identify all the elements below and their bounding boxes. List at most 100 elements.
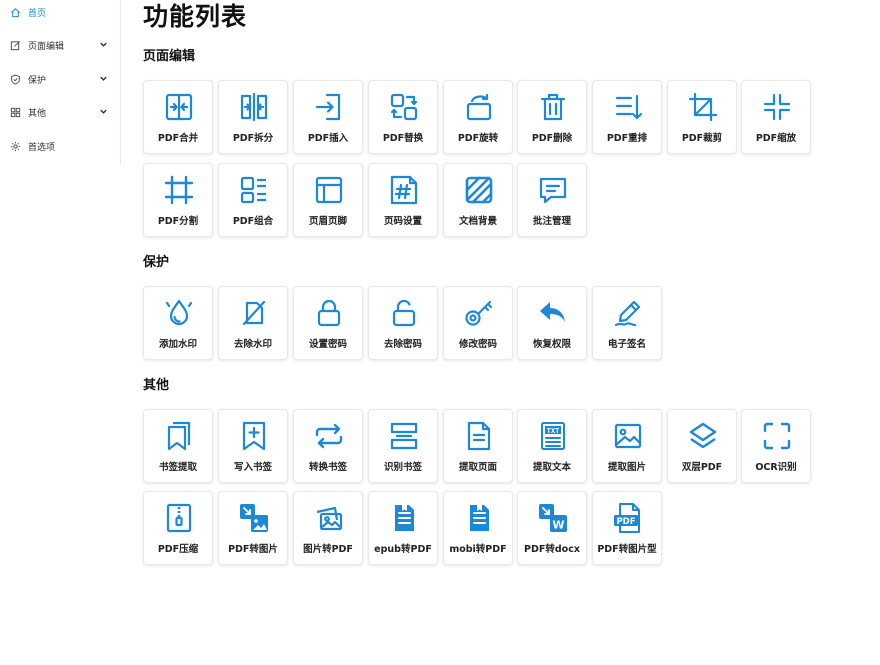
zip-file-icon (163, 502, 195, 534)
tool-label: 设置密码 (308, 339, 347, 350)
sidebar-item-protect[interactable]: 保护 (0, 67, 120, 91)
tool-label: epub转PDF (374, 544, 432, 555)
tool-label: 双层PDF (681, 462, 723, 473)
pen-sign-icon (612, 297, 644, 329)
crop-icon (687, 91, 719, 123)
tool-pdf-delete[interactable]: PDF删除 (517, 80, 587, 154)
tool-pdf-to-image[interactable]: PDF转图片 (218, 491, 288, 565)
tool-label: PDF删除 (531, 133, 573, 144)
ebook-icon (463, 502, 495, 534)
header-footer-icon (313, 174, 345, 206)
merge-icon (163, 91, 195, 123)
tool-label: PDF分割 (157, 216, 199, 227)
tool-label: 添加水印 (158, 339, 197, 350)
section-title-protect: 保护 (143, 255, 170, 270)
no-watermark-icon (238, 297, 270, 329)
tool-dual-layer-pdf[interactable]: 双层PDF (667, 409, 737, 483)
tool-pdf-split[interactable]: PDF拆分 (218, 80, 288, 154)
tool-label: 转换书签 (308, 462, 347, 473)
image-icon (612, 420, 644, 452)
tool-label: 页眉页脚 (308, 216, 347, 227)
tool-label: 书签提取 (158, 462, 197, 473)
tool-label: 恢复权限 (532, 339, 571, 350)
tool-label: 识别书签 (383, 462, 422, 473)
tool-label: PDF缩放 (755, 133, 797, 144)
tool-add-watermark[interactable]: 添加水印 (143, 286, 213, 360)
sidebar: 首页 页面编辑 保护 其他 首选项 (0, 0, 121, 164)
tool-pdf-to-image-pdf[interactable]: PDF PDF转图片型 (592, 491, 662, 565)
tool-label: 写入书签 (233, 462, 272, 473)
tool-label: 提取文本 (532, 462, 571, 473)
tool-label: OCR识别 (755, 462, 797, 473)
comment-icon (537, 174, 569, 206)
scan-frame-icon (761, 420, 793, 452)
bookmark-add-icon (238, 420, 270, 452)
tool-label: 提取页面 (458, 462, 497, 473)
tool-label: 电子签名 (607, 339, 646, 350)
tool-e-signature[interactable]: 电子签名 (592, 286, 662, 360)
split-icon (238, 91, 270, 123)
gear-icon (10, 141, 21, 152)
tool-image-to-pdf[interactable]: 图片转PDF (293, 491, 363, 565)
tool-doc-background[interactable]: 文档背景 (443, 163, 513, 237)
tool-extract-text[interactable]: TXT 提取文本 (517, 409, 587, 483)
convert-word-icon: W (537, 502, 569, 534)
tool-label: PDF合并 (157, 133, 199, 144)
tool-bookmark-extract[interactable]: 书签提取 (143, 409, 213, 483)
tool-label: 去除水印 (233, 339, 272, 350)
sidebar-item-page-edit[interactable]: 页面编辑 (0, 33, 120, 57)
sidebar-item-other[interactable]: 其他 (0, 100, 120, 124)
tool-pdf-to-docx[interactable]: W PDF转docx (517, 491, 587, 565)
tool-pdf-compress[interactable]: PDF压缩 (143, 491, 213, 565)
tool-header-footer[interactable]: 页眉页脚 (293, 163, 363, 237)
tool-label: 修改密码 (458, 339, 497, 350)
repeat-icon (313, 420, 345, 452)
tool-bookmark-write[interactable]: 写入书签 (218, 409, 288, 483)
tool-extract-pages[interactable]: 提取页面 (443, 409, 513, 483)
tool-pdf-reorder[interactable]: PDF重排 (592, 80, 662, 154)
layers-icon (687, 420, 719, 452)
tool-pdf-rotate[interactable]: PDF旋转 (443, 80, 513, 154)
section-title-page-edit: 页面编辑 (143, 49, 196, 64)
sidebar-item-home[interactable]: 首页 (0, 0, 120, 24)
section-title-other: 其他 (143, 378, 170, 393)
undo-arrow-icon (537, 297, 569, 329)
sidebar-item-label: 页面编辑 (28, 41, 65, 52)
tool-bookmark-recognize[interactable]: 识别书签 (368, 409, 438, 483)
chevron-down-icon (100, 109, 107, 114)
shrink-icon (761, 91, 793, 123)
tool-pdf-divide[interactable]: PDF分割 (143, 163, 213, 237)
trash-icon (537, 91, 569, 123)
tool-extract-images[interactable]: 提取图片 (592, 409, 662, 483)
tool-pdf-combine[interactable]: PDF组合 (218, 163, 288, 237)
tool-page-number[interactable]: 页码设置 (368, 163, 438, 237)
tool-restore-permission[interactable]: 恢复权限 (517, 286, 587, 360)
tool-label: 页码设置 (383, 216, 422, 227)
tool-change-password[interactable]: 修改密码 (443, 286, 513, 360)
tool-label: mobi转PDF (449, 544, 507, 555)
tool-pdf-replace[interactable]: PDF替换 (368, 80, 438, 154)
tool-remove-password[interactable]: 去除密码 (368, 286, 438, 360)
tool-remove-watermark[interactable]: 去除水印 (218, 286, 288, 360)
tool-pdf-merge[interactable]: PDF合并 (143, 80, 213, 154)
tool-annotation-manage[interactable]: 批注管理 (517, 163, 587, 237)
tool-label: PDF插入 (307, 133, 349, 144)
tool-label: PDF压缩 (157, 544, 199, 555)
tool-ocr[interactable]: OCR识别 (741, 409, 811, 483)
tool-label: 提取图片 (607, 462, 646, 473)
tool-pdf-crop[interactable]: PDF裁剪 (667, 80, 737, 154)
tool-label: 文档背景 (458, 216, 497, 227)
page-title: 功能列表 (143, 2, 248, 31)
tool-set-password[interactable]: 设置密码 (293, 286, 363, 360)
txt-file-icon: TXT (537, 420, 569, 452)
tool-mobi-to-pdf[interactable]: mobi转PDF (443, 491, 513, 565)
sidebar-item-preferences[interactable]: 首选项 (0, 134, 120, 158)
tool-label: PDF替换 (382, 133, 424, 144)
tool-pdf-insert[interactable]: PDF插入 (293, 80, 363, 154)
sidebar-item-label: 首页 (28, 8, 47, 19)
tool-pdf-scale[interactable]: PDF缩放 (741, 80, 811, 154)
tool-label: 去除密码 (383, 339, 422, 350)
tool-label: PDF拆分 (232, 133, 274, 144)
tool-epub-to-pdf[interactable]: epub转PDF (368, 491, 438, 565)
tool-bookmark-convert[interactable]: 转换书签 (293, 409, 363, 483)
